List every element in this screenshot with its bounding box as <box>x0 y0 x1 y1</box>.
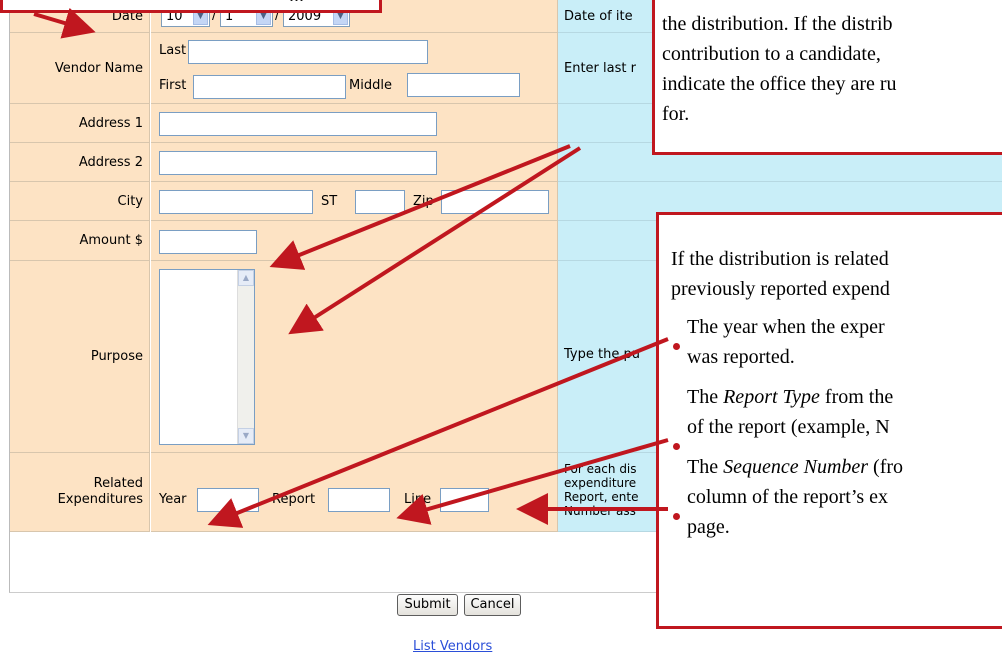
arrow-to-report <box>396 438 669 525</box>
arrow-to-year <box>207 337 669 528</box>
arrow-to-date <box>33 7 96 39</box>
annotation-arrows <box>33 7 669 528</box>
